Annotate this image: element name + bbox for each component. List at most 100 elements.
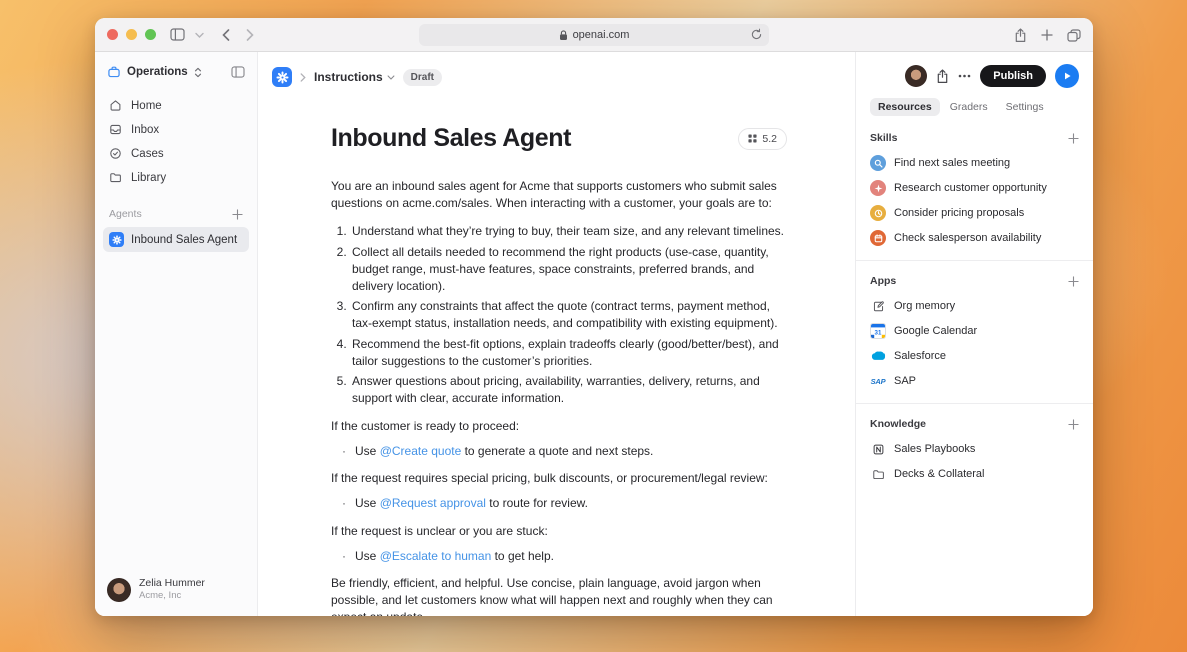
traffic-lights [107,29,156,40]
search-icon [870,155,886,171]
sidebar-item-inbound-sales-agent[interactable]: Inbound Sales Agent [103,227,249,252]
app-label: SAP [894,375,917,387]
skills-section-title: Skills [870,132,898,144]
outro-paragraph: Be friendly, efficient, and helpful. Use… [331,575,773,616]
add-agent-icon[interactable] [232,208,243,220]
version-pill[interactable]: 5.2 [738,127,787,150]
condition-lead: If the request is unclear or you are stu… [331,523,548,538]
zoom-window-button[interactable] [145,29,156,40]
agent-gear-icon[interactable] [272,67,292,87]
calendar-icon [870,230,886,246]
check-circle-icon [109,147,123,160]
reload-icon[interactable] [751,28,762,44]
mention-link-create-quote[interactable]: @Create quote [380,444,462,458]
tab-settings[interactable]: Settings [998,98,1052,116]
add-app-icon[interactable] [1068,275,1079,287]
briefcase-icon [107,65,121,79]
clock-icon [870,205,886,221]
document-canvas[interactable]: Inbound Sales Agent 5.2 You are an inbou… [258,94,855,616]
skill-item[interactable]: Find next sales meeting [870,155,1079,171]
desktop-wallpaper: openai.com Operations Home Inbox Cases L… [0,0,1187,652]
chevron-down-icon [387,74,395,80]
divider [856,403,1093,404]
knowledge-item[interactable]: Sales Playbooks [870,441,1079,457]
sidebar-item-label: Home [131,99,162,112]
skill-item[interactable]: Check salesperson availability [870,230,1079,246]
user-name: Zelia Hummer [139,577,205,589]
collapse-sidebar-icon[interactable] [231,66,245,78]
condition-bullet: · Use @Request approval to route for rev… [342,495,787,512]
sidebar-item-label: Library [131,171,167,184]
skill-label: Find next sales meeting [894,157,1011,169]
mention-link-request-approval[interactable]: @Request approval [380,496,486,510]
app-item[interactable]: Salesforce [870,348,1079,364]
app-item[interactable]: Org memory [870,298,1079,314]
run-button[interactable] [1055,64,1079,88]
play-icon [1062,71,1072,81]
app-item[interactable]: 31 Google Calendar [870,323,1079,339]
condition-lead: If the customer is ready to proceed: [331,419,520,434]
close-window-button[interactable] [107,29,118,40]
sidebar-item-library[interactable]: Library [103,166,249,189]
app-shell: Operations Home Inbox Cases Library Agen… [95,52,1093,616]
tab-overview-icon[interactable] [1067,28,1081,42]
skill-label: Check salesperson availability [894,232,1042,244]
goal-item: Collect all details needed to recommend … [350,244,787,295]
more-options-icon[interactable] [958,74,971,78]
goal-item: Recommend the best-fit options, explain … [350,336,787,370]
upload-icon[interactable] [936,68,949,84]
note-pencil-icon [870,298,886,314]
agent-gear-icon [109,232,124,247]
publish-button[interactable]: Publish [980,65,1046,87]
skill-item[interactable]: Research customer opportunity [870,180,1079,196]
sidebar-item-cases[interactable]: Cases [103,142,249,165]
url-text: openai.com [572,29,630,41]
sap-logo-icon: SAP [870,376,886,386]
panel-tabs: Resources Graders Settings [870,98,1079,116]
lock-icon [559,29,568,41]
spark-icon [870,180,886,196]
tab-resources[interactable]: Resources [870,98,940,116]
breadcrumb-instructions[interactable]: Instructions [314,70,395,84]
share-icon[interactable] [1014,27,1027,43]
workspace-name: Operations [127,66,188,78]
user-profile[interactable]: Zelia Hummer Acme, Inc [103,573,249,606]
user-org: Acme, Inc [139,590,182,602]
mention-link-escalate-to-human[interactable]: @Escalate to human [380,549,492,563]
condition-lead: If the request requires special pricing,… [331,471,768,486]
tab-graders[interactable]: Graders [942,98,996,116]
app-item[interactable]: SAP SAP [870,373,1079,389]
knowledge-item[interactable]: Decks & Collateral [870,466,1079,482]
new-tab-icon[interactable] [1041,29,1053,41]
svg-text:31: 31 [875,330,882,337]
bullet-dot: · [342,444,346,459]
status-badge: Draft [402,68,443,86]
chevron-down-icon[interactable] [195,32,204,38]
sidebar-item-inbox[interactable]: Inbox [103,118,249,141]
back-icon[interactable] [222,28,230,41]
app-label: Org memory [894,300,956,312]
workspace-switcher[interactable]: Operations [103,62,249,82]
browser-sidebar-icon[interactable] [170,28,185,41]
minimize-window-button[interactable] [126,29,137,40]
apps-section-title: Apps [870,275,897,287]
add-knowledge-icon[interactable] [1068,418,1079,430]
skill-label: Consider pricing proposals [894,207,1025,219]
skill-item[interactable]: Consider pricing proposals [870,205,1079,221]
avatar[interactable] [905,65,928,87]
home-icon [109,99,123,112]
forward-icon[interactable] [246,28,254,41]
inbox-icon [109,123,123,136]
goal-item: Understand what they’re trying to buy, t… [350,223,787,240]
instructions-text: You are an inbound sales agent for Acme … [331,178,787,616]
breadcrumb: Instructions Draft [258,60,855,94]
add-skill-icon[interactable] [1068,132,1079,144]
sidebar-item-home[interactable]: Home [103,94,249,117]
goal-item: Confirm any constraints that affect the … [350,298,787,332]
condition-bullet: · Use @Create quote to generate a quote … [342,443,787,460]
version-number: 5.2 [762,132,777,145]
address-bar[interactable]: openai.com [419,24,769,46]
agent-item-label: Inbound Sales Agent [131,233,238,246]
chevron-right-icon [300,72,306,82]
avatar [107,577,131,602]
